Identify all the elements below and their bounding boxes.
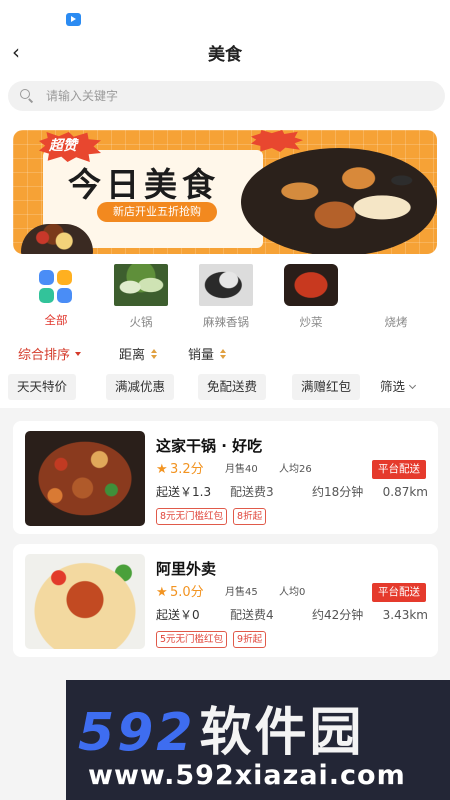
- coupon-tag: 5元无门槛红包: [156, 631, 228, 648]
- min-order: 起送￥1.3: [156, 485, 212, 499]
- category-row: 全部 火锅 麻辣香锅 炒菜 烧烤: [0, 264, 450, 334]
- chevron-down-icon: [408, 381, 417, 390]
- shop-image: [25, 431, 145, 526]
- delivery-fee: 配送费3: [230, 485, 274, 499]
- shop-score: 3.2分: [170, 462, 204, 477]
- average-price: 人均0: [279, 587, 306, 598]
- delivery-eta: 约18分钟: [312, 485, 364, 499]
- sort-label: 综合排序: [18, 348, 71, 363]
- delivery-fee: 配送费4: [230, 608, 274, 622]
- coupon-tag: 8元无门槛红包: [156, 508, 228, 525]
- search-bar[interactable]: [8, 81, 445, 111]
- star-icon: ★: [156, 585, 168, 600]
- category-spicy-pot[interactable]: 麻辣香锅: [196, 264, 256, 330]
- shop-stats: ★ 5.0分 月售45 人均0 平台配送: [156, 583, 426, 602]
- category-label: 麻辣香锅: [203, 315, 249, 329]
- page-title: 美食: [208, 45, 242, 65]
- category-image: [114, 264, 168, 306]
- caret-down-icon: [75, 351, 82, 356]
- sort-distance[interactable]: 距离: [119, 344, 158, 363]
- top-section: ‹ 美食 超赞 今日美食 新店开业五折抢购 全部 火锅 麻辣香锅: [0, 0, 450, 408]
- chip-daily-special[interactable]: 天天特价: [8, 374, 77, 400]
- banner-title: 今日美食: [68, 165, 220, 204]
- watermark-logo-text: 软件园: [199, 703, 365, 763]
- category-bbq[interactable]: 烧烤: [366, 264, 426, 330]
- min-order: 起送￥0: [156, 608, 200, 622]
- promo-banner[interactable]: 超赞 今日美食 新店开业五折抢购: [13, 130, 437, 254]
- banner-badge: 超赞: [49, 138, 77, 154]
- average-price: 人均26: [279, 464, 312, 475]
- banner-promo: 新店开业五折抢购: [97, 202, 217, 222]
- filter-button[interactable]: 筛选: [380, 374, 417, 400]
- category-label: 全部: [44, 313, 68, 327]
- shop-score: 5.0分: [170, 585, 204, 600]
- category-label: 火锅: [129, 315, 153, 329]
- grid-icon: [39, 270, 73, 304]
- monthly-sales: 月售45: [225, 587, 258, 598]
- delivery-eta: 约42分钟: [312, 608, 364, 622]
- category-image: [284, 264, 338, 306]
- sort-comprehensive[interactable]: 综合排序: [18, 344, 82, 363]
- coupon-row: 5元无门槛红包 9折起: [156, 631, 272, 649]
- star-icon: ★: [156, 462, 168, 477]
- shop-image: [25, 554, 145, 649]
- search-icon: [20, 89, 34, 103]
- category-all[interactable]: 全部: [26, 264, 86, 328]
- sort-label: 距离: [119, 348, 146, 363]
- banner-food-image: [241, 148, 437, 254]
- filter-label: 筛选: [380, 379, 406, 394]
- distance: 0.87km: [382, 485, 428, 499]
- category-label: 炒菜: [299, 315, 323, 329]
- shop-stats: ★ 3.2分 月售40 人均26 平台配送: [156, 460, 426, 479]
- category-hotpot[interactable]: 火锅: [111, 264, 171, 330]
- delivery-tag: 平台配送: [372, 460, 426, 479]
- delivery-tag: 平台配送: [372, 583, 426, 602]
- category-image: [199, 264, 253, 306]
- coupon-tag: 8折起: [233, 508, 267, 525]
- watermark-logo-number: 592: [78, 703, 196, 763]
- monthly-sales: 月售40: [225, 464, 258, 475]
- coupon-row: 8元无门槛红包 8折起: [156, 508, 272, 526]
- watermark-logo: 592软件园: [78, 690, 365, 765]
- coupon-tag: 9折起: [233, 631, 267, 648]
- watermark-url: www.592xiazai.com: [88, 760, 406, 791]
- sort-bar: 综合排序 距离 销量: [0, 344, 450, 364]
- sort-arrows-icon: [220, 348, 227, 359]
- sort-arrows-icon: [151, 348, 158, 359]
- chip-discount[interactable]: 满减优惠: [106, 374, 175, 400]
- watermark-overlay: 592软件园 www.592xiazai.com: [66, 680, 450, 800]
- category-image: [369, 264, 423, 306]
- category-stir-fry[interactable]: 炒菜: [281, 264, 341, 330]
- shop-name: 阿里外卖: [156, 560, 217, 578]
- chip-gift-redpacket[interactable]: 满赠红包: [292, 374, 361, 400]
- sort-label: 销量: [188, 348, 215, 363]
- chip-free-delivery[interactable]: 免配送费: [198, 374, 267, 400]
- search-input[interactable]: [46, 89, 406, 103]
- filter-chips: 天天特价 满减优惠 免配送费 满赠红包 筛选: [0, 374, 450, 400]
- shop-name: 这家干锅 · 好吃: [156, 437, 263, 455]
- distance: 3.43km: [382, 608, 428, 622]
- shop-delivery-info: 起送￥0 配送费4 约42分钟 3.43km: [156, 606, 428, 624]
- category-label: 烧烤: [384, 315, 408, 329]
- status-app-icon: [66, 13, 81, 26]
- shop-delivery-info: 起送￥1.3 配送费3 约18分钟 0.87km: [156, 483, 428, 501]
- sort-sales[interactable]: 销量: [188, 344, 227, 363]
- shop-card[interactable]: 这家干锅 · 好吃 ★ 3.2分 月售40 人均26 平台配送 起送￥1.3 配…: [13, 421, 438, 534]
- shop-card[interactable]: 阿里外卖 ★ 5.0分 月售45 人均0 平台配送 起送￥0 配送费4 约42分…: [13, 544, 438, 657]
